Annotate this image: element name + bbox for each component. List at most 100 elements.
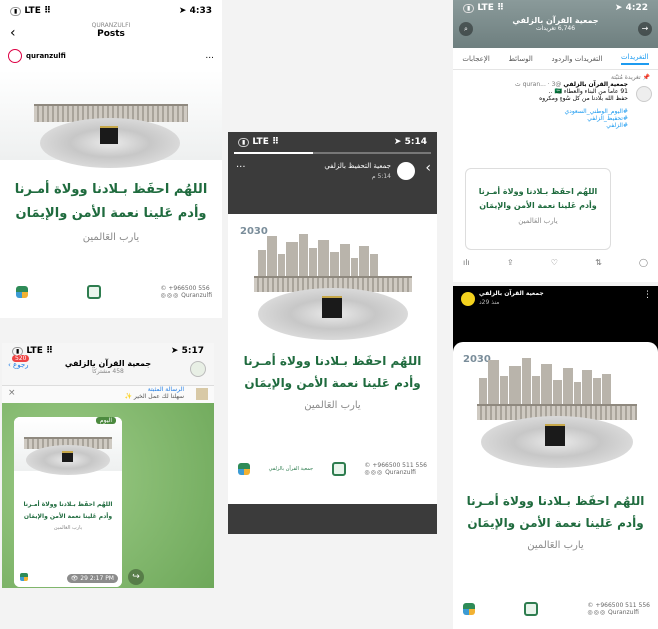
phone-number: © +966500 511 556 [587, 602, 650, 609]
post-image: اللهُم احفَظ بـلادنا وولاة أمـرنا وأدم ع… [0, 70, 222, 318]
social-handle: ◎◎◎ Quranzulfi [587, 609, 639, 616]
share-icon[interactable]: ↪ [128, 569, 144, 585]
instagram-screenshot: ▮ LTE ⠿ ➤ 4:33 ‹ QURANZULFI Posts quranzu… [0, 0, 222, 318]
pinned-thumbnail-icon [196, 388, 208, 400]
retweet-icon[interactable]: ⇅ [595, 258, 602, 267]
prayer-line-2: وأدم عَلينا نعمة الأمن والإيمَان [479, 201, 597, 210]
profile-tabs: الإعجابات الوسائط التغريدات والردود التغ… [453, 48, 658, 70]
story-screenshot: ▮ LTE ⠿ ➤ 5:14 جمعية التحفيظ بالزلفي 5:14… [228, 132, 437, 534]
prayer-line-2: وأدم عَلينا نعمة الأمن والإيمَان [23, 513, 113, 520]
pinned-label: 📌 تغريدة مُثبّتة [611, 74, 650, 81]
message-meta: 👁 29 2:17 PM [66, 574, 118, 583]
status-bar: ▮ LTE ⠿ ➤ 4:22 [453, 0, 658, 16]
skyline-illustration [258, 234, 378, 280]
battery-icon: ▮ [238, 138, 250, 147]
network-label: LTE [24, 6, 41, 16]
tab-media[interactable]: الوسائط [509, 55, 533, 63]
org-logo-icon [463, 603, 475, 615]
kaaba-illustration [545, 424, 565, 446]
unread-badge: 520 [12, 355, 30, 362]
tweet-author[interactable]: جمعية القرآن بالزلفي [563, 81, 628, 88]
pinned-message-bar[interactable]: الرسالة المثبتة سهلنا لك عمل الخير ✨ × [2, 385, 214, 403]
kaaba-illustration [322, 296, 342, 318]
hashtag[interactable]: #الزلفي [461, 122, 628, 129]
post-header: ‹ QURANZULFI Posts [0, 22, 222, 44]
avatar[interactable] [636, 86, 652, 102]
phone-number: © +966500 511 556 [364, 462, 427, 469]
back-button[interactable]: ‹ رجوع [8, 361, 29, 369]
snap-account[interactable]: جمعية القرآن بالزلفي [479, 290, 544, 297]
status-bar: ▮ LTE ⠿ ➤ 5:14 [228, 132, 437, 152]
prayer-line-2: وأدم عَلينا نعمة الأمن والإيمَان [244, 376, 421, 390]
snap-image: 2030 اللهُم احفَظ بـلادنا وولاة أمـرنا و… [453, 342, 658, 629]
avatar[interactable] [397, 162, 415, 180]
chevron-right-icon[interactable]: › [425, 160, 431, 176]
page-title: Posts [97, 29, 125, 39]
org-logo-icon [238, 463, 250, 475]
post-user-row: quranzulfi ... [0, 44, 222, 68]
prayer-line-3: يارب العَالمين [527, 540, 584, 551]
prayer-line-1: اللهُم احفَظ بـلادنا وولاة أمـرنا [466, 494, 645, 508]
pinned-text: سهلنا لك عمل الخير ✨ [124, 393, 184, 400]
more-icon[interactable]: ··· [236, 162, 246, 173]
search-icon[interactable]: ⌕ [459, 22, 473, 36]
status-time: ➤ 4:33 [178, 6, 212, 16]
phone-number: © +966500 556 [160, 285, 210, 292]
prayer-line-3: يارب العَالمين [304, 400, 361, 411]
prayer-line-1: اللهُم احفَظ بـلادنا وولاة أمـرنا [23, 501, 113, 508]
tweet-handle: @quran... · 3 ث [515, 81, 562, 88]
tab-tweets[interactable]: التغريدات [621, 53, 649, 65]
channel-avatar[interactable] [190, 361, 206, 377]
story-footer: جمعية القرآن بالزلفي © +966500 511 556 ◎… [238, 458, 427, 480]
story-account[interactable]: جمعية التحفيظ بالزلفي [324, 162, 391, 170]
username[interactable]: quranzulfi [26, 52, 66, 60]
pinned-title: الرسالة المثبتة [147, 386, 184, 393]
reply-icon[interactable]: ◯ [639, 258, 648, 267]
prayer-line-1: اللهُم احفَظ بـلادنا وولاة أمـرنا [14, 182, 208, 197]
battery-icon: ▮ [463, 4, 475, 13]
story-image: 2030 اللهُم احفَظ بـلادنا وولاة أمـرنا و… [228, 214, 437, 504]
org-logo [16, 286, 28, 298]
telegram-screenshot: ▮ LTE ⠿ ➤ 5:17 ‹ رجوع 520 جمعية القرآن با… [2, 343, 214, 588]
story-header: جمعية التحفيظ بالزلفي 5:14 م › ··· [228, 154, 437, 186]
back-arrow-icon[interactable]: → [638, 22, 652, 36]
tweet-actions: ılı ⇪ ♡ ⇅ ◯ [463, 258, 648, 267]
hashtag[interactable]: #تحفيظ_الزلفي [461, 115, 628, 122]
message-bubble[interactable]: اليوم اللهُم احفَظ بـلادنا وولاة أمـرنا … [14, 417, 122, 587]
avatar[interactable] [461, 292, 475, 306]
status-bar: ▮ LTE ⠿ ➤ 5:17 [2, 343, 214, 359]
more-icon[interactable]: ⋮ [643, 290, 652, 300]
twitter-screenshot: ▮ LTE ⠿ ➤ 4:22 جمعية القرآن بالزلفي 6,746… [453, 0, 658, 282]
like-icon[interactable]: ♡ [551, 258, 558, 267]
battery-icon: ▮ [10, 7, 22, 16]
org-logo-icon [16, 286, 28, 298]
hashtag[interactable]: #اليوم_الوطني_السعودي [461, 108, 628, 115]
more-icon[interactable]: ... [205, 51, 214, 61]
analytics-icon[interactable]: ılı [463, 258, 470, 267]
member-count: 458 مشتركاً [92, 368, 124, 375]
day-label: اليوم [95, 417, 116, 424]
prayer-line-2: وأدم عَلينا نعمة الأمن والإيمَان [15, 206, 207, 221]
prayer-line-1: اللهُم احفَظ بـلادنا وولاة أمـرنا [243, 354, 422, 368]
profile-name: جمعية القرآن بالزلفي [512, 16, 599, 25]
association-badge-icon [524, 602, 539, 616]
message-image: اللهُم احفَظ بـلادنا وولاة أمـرنا وأدم ع… [14, 417, 122, 587]
tweet-image[interactable]: اللهُم احفَظ بـلادنا وولاة أمـرنا وأدم ع… [465, 168, 611, 250]
close-icon[interactable]: × [8, 388, 16, 398]
tweet[interactable]: 📌 تغريدة مُثبّتة جمعية القرآن بالزلفي @q… [453, 70, 658, 133]
kaaba-illustration [100, 126, 118, 144]
chat-background: اليوم اللهُم احفَظ بـلادنا وولاة أمـرنا … [2, 403, 214, 588]
share-icon[interactable]: ⇪ [507, 258, 514, 267]
org-logo [463, 603, 475, 615]
snap-time: منذ 29د [479, 299, 500, 306]
post-footer: © +966500 556 ◎◎◎ Quranzulfi [16, 282, 212, 302]
profile-header: ▮ LTE ⠿ ➤ 4:22 جمعية القرآن بالزلفي 6,746… [453, 0, 658, 48]
tab-replies[interactable]: التغريدات والردود [552, 55, 603, 63]
tab-likes[interactable]: الإعجابات [462, 55, 489, 63]
skyline-illustration [479, 358, 611, 406]
org-logo-icon [20, 573, 28, 581]
back-chevron-icon[interactable]: ‹ [10, 25, 16, 41]
avatar[interactable] [8, 49, 22, 63]
kaaba-illustration [62, 451, 73, 462]
channel-name[interactable]: جمعية القرآن بالزلفي [2, 359, 214, 368]
